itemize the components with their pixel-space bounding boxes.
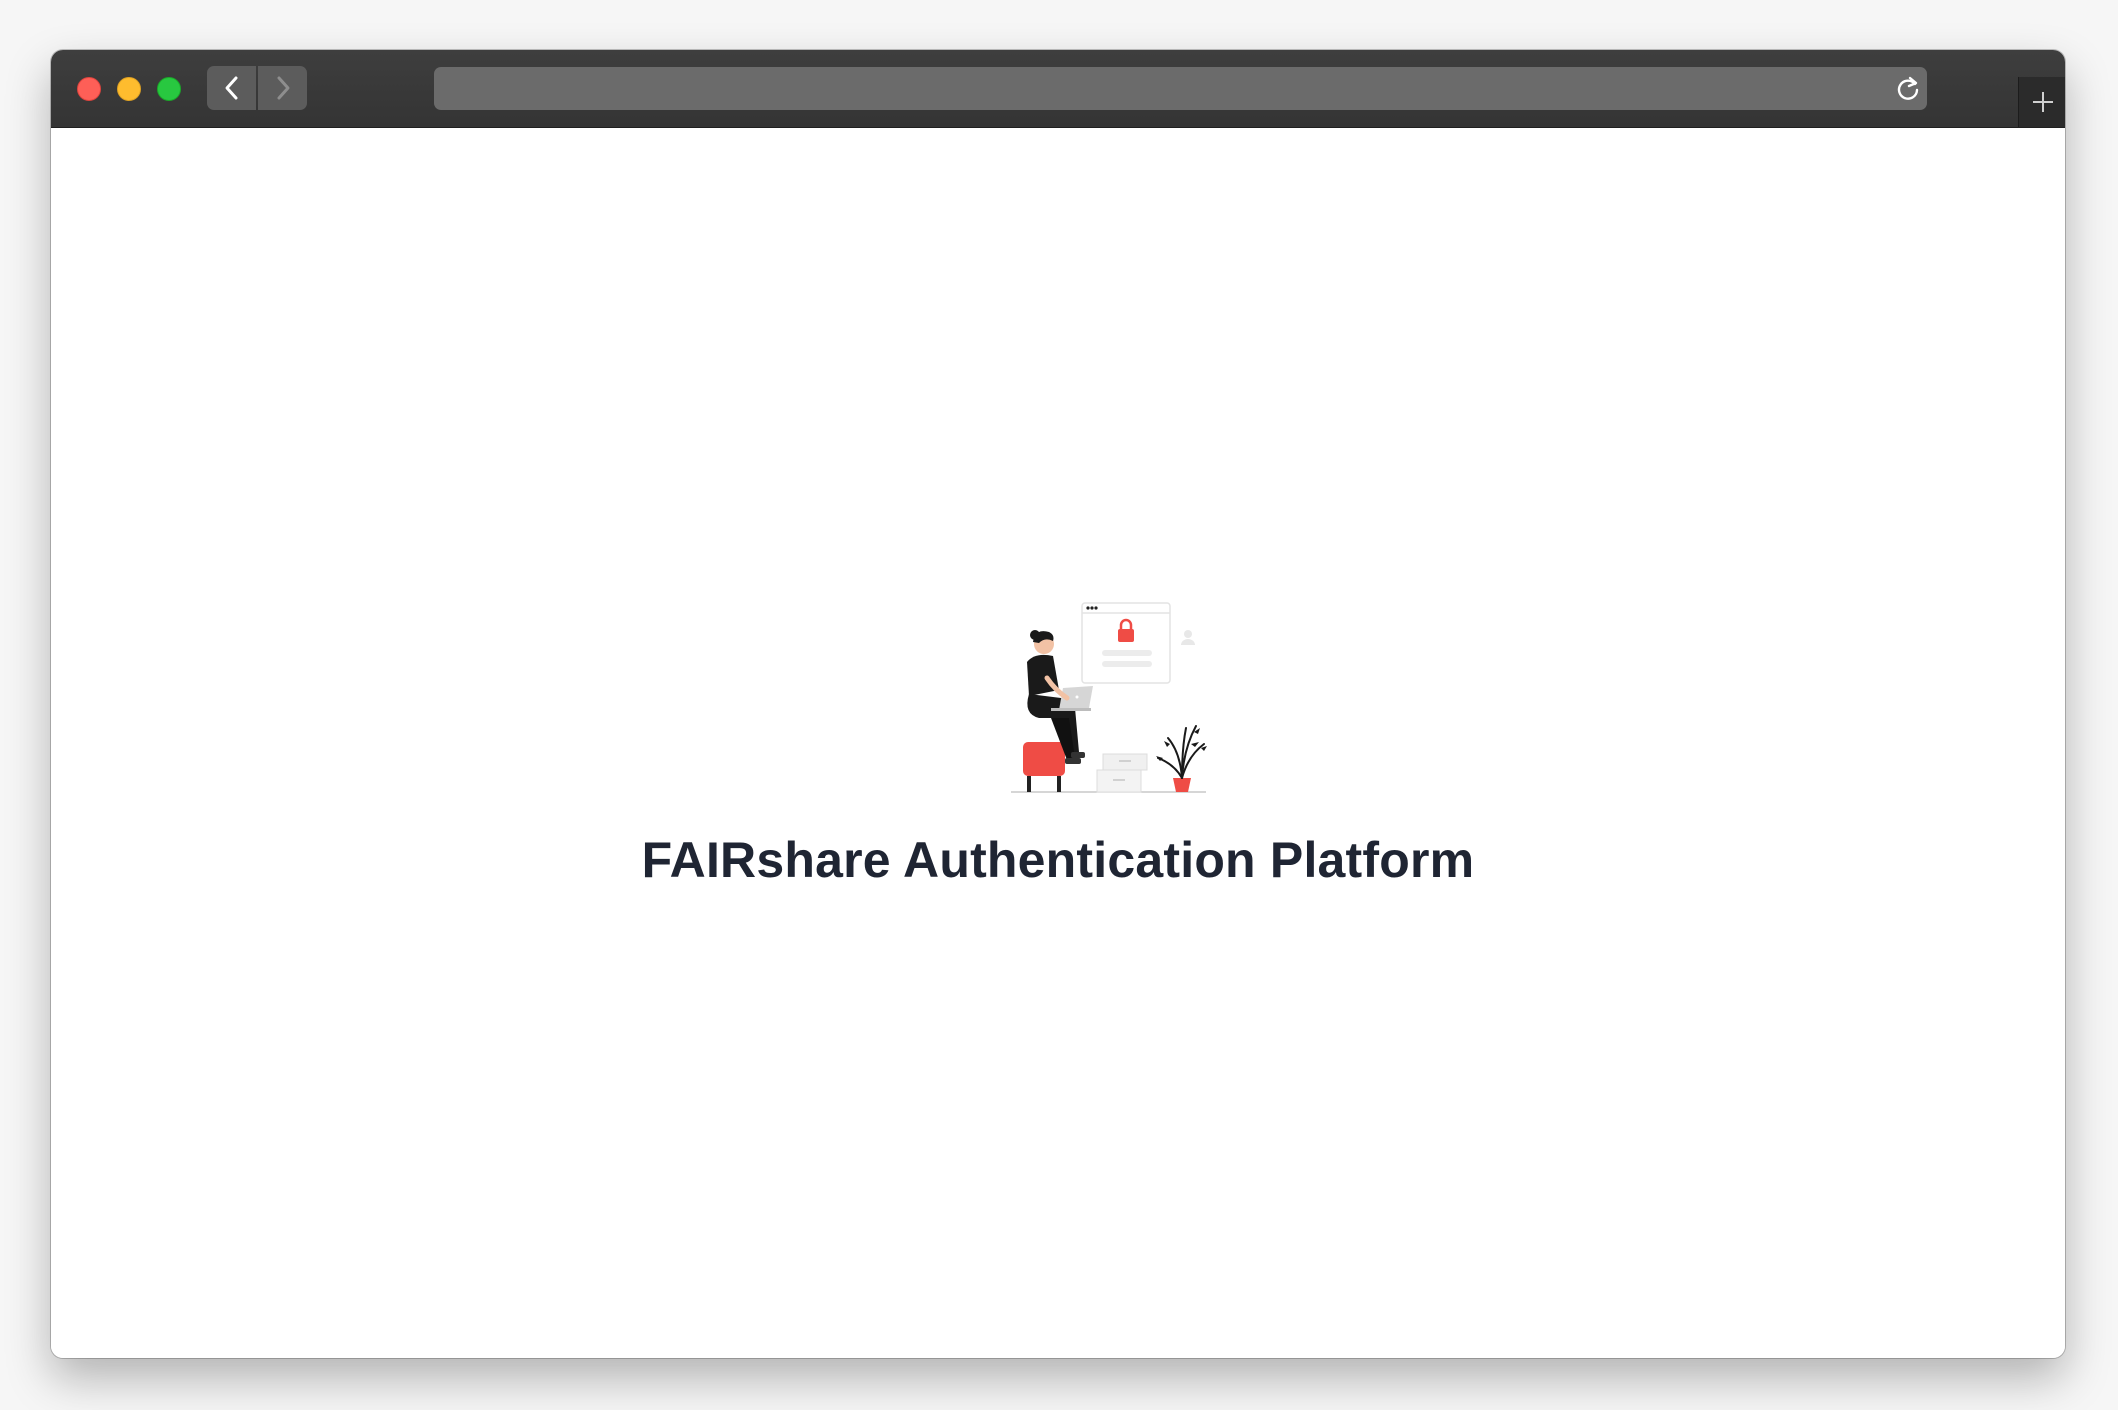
reload-icon[interactable] (1894, 75, 1922, 103)
back-button[interactable] (207, 66, 256, 110)
close-window-button[interactable] (77, 77, 101, 101)
address-bar[interactable] (434, 67, 1927, 110)
browser-toolbar (51, 50, 2065, 128)
new-tab-button[interactable] (2018, 77, 2065, 127)
minimize-window-button[interactable] (117, 77, 141, 101)
forward-button[interactable] (258, 66, 307, 110)
chevron-right-icon (277, 76, 289, 100)
page-title: FAIRshare Authentication Platform (641, 832, 1475, 888)
maximize-window-button[interactable] (157, 77, 181, 101)
page-content: FAIRshare Authentication Platform (51, 128, 2065, 1358)
plus-icon (2032, 92, 2053, 112)
browser-window: FAIRshare Authentication Platform (51, 50, 2065, 1358)
person-with-laptop-login-lock-illustration (1011, 602, 1207, 793)
chevron-left-icon (225, 76, 237, 100)
